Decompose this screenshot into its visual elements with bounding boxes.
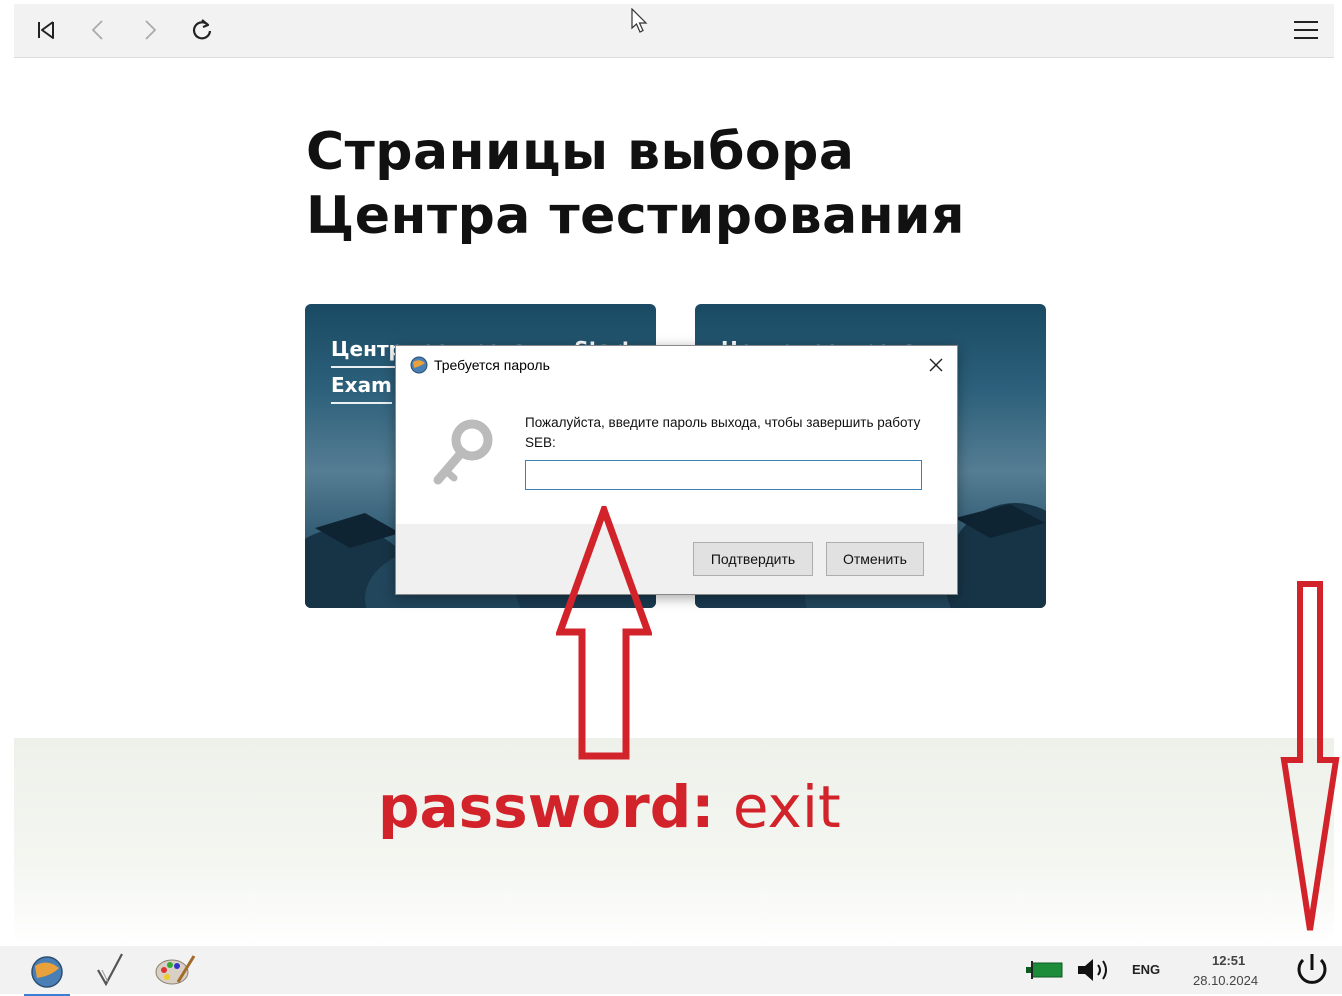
key-icon	[426, 416, 500, 495]
volume-icon[interactable]	[1076, 957, 1116, 988]
exit-password-input[interactable]	[525, 460, 922, 490]
confirm-button[interactable]: Подтвердить	[693, 542, 813, 576]
seb-icon	[410, 356, 428, 374]
check-icon[interactable]	[94, 952, 128, 993]
page-title-line-2: Центра тестирования	[306, 186, 965, 246]
dialog-title: Требуется пароль	[434, 357, 550, 373]
password-annotation-label: password:	[378, 773, 715, 841]
password-dialog: Требуется пароль Пожалуйста, введите пар…	[395, 345, 958, 595]
power-icon[interactable]	[1292, 951, 1332, 994]
forward-icon[interactable]	[134, 14, 166, 46]
browser-toolbar	[14, 4, 1334, 58]
dialog-title-bar: Требуется пароль	[410, 356, 550, 374]
paint-icon[interactable]	[154, 952, 196, 993]
annotation-band	[14, 738, 1334, 946]
page-title: Страницы выбора Центра тестирования	[306, 120, 965, 248]
clock-time: 12:51	[1212, 953, 1246, 968]
taskbar: ENG 12:51 28.10.2024	[0, 946, 1342, 996]
menu-icon[interactable]	[1290, 14, 1322, 46]
seb-taskbar-icon[interactable]	[24, 952, 70, 996]
password-annotation-value: exit	[732, 773, 841, 841]
clock-date: 28.10.2024	[1193, 973, 1259, 988]
up-arrow-annotation	[556, 506, 652, 760]
battery-icon[interactable]	[1026, 960, 1064, 985]
reload-icon[interactable]	[186, 14, 218, 46]
page-title-line-1: Страницы выбора	[306, 122, 855, 182]
down-arrow-annotation	[1280, 581, 1340, 931]
close-icon[interactable]	[925, 354, 947, 376]
back-icon[interactable]	[82, 14, 114, 46]
card-1-label-line-2: Exam	[331, 368, 392, 404]
language-indicator[interactable]: ENG	[1132, 962, 1160, 977]
password-annotation: password: exit	[378, 772, 841, 842]
cancel-button[interactable]: Отменить	[826, 542, 924, 576]
mouse-pointer-icon	[630, 7, 648, 39]
first-page-icon[interactable]	[30, 14, 62, 46]
dialog-message: Пожалуйста, введите пароль выхода, чтобы…	[525, 415, 921, 450]
